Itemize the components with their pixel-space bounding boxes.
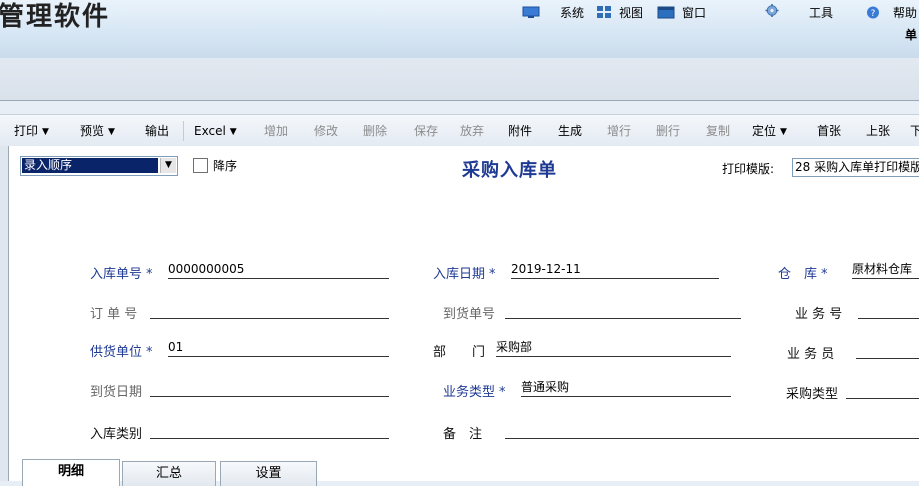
delete-button[interactable]: 删除 [363,121,387,141]
business-type-field[interactable]: 普通采购 [521,380,731,397]
warehouse-label: 仓 库 * [778,267,828,282]
chevron-down-icon[interactable]: ▼ [780,122,787,142]
export-button[interactable]: 输出 [145,121,169,141]
business-type-label: 业务类型 * [443,385,506,400]
toolbar: 打印 ▼ 预览 ▼ 输出 Excel ▼ 增加 修改 删除 保存 放弃 附件 生成 增… [0,114,919,148]
chevron-down-icon[interactable]: ▼ [42,122,49,142]
unit-label: 单 [904,28,917,42]
window-icon [657,6,675,19]
menu-system-label: 系统 [560,6,585,20]
print-template-label: 打印模版: [722,162,775,176]
receipt-no-label: 入库单号 * [90,267,153,282]
menu-view-label: 视图 [619,6,644,20]
excel-button[interactable]: Excel ▼ [194,121,237,141]
grid-icon [597,6,611,18]
help-icon: ? [867,6,879,19]
department-label: 部 门 [433,345,486,360]
tab-detail[interactable]: 明细 [22,459,120,486]
order-no-label: 订 单 号 [90,307,138,322]
gear-icon [765,4,779,17]
sort-order-select[interactable]: 录入顺序 ▼ [20,156,178,176]
purchase-type-label: 采购类型 [786,387,839,402]
chevron-down-icon[interactable]: ▼ [160,158,176,173]
purchase-type-field[interactable] [846,382,919,399]
delete-row-button[interactable]: 删行 [656,121,680,141]
attachment-button[interactable]: 附件 [508,121,532,141]
discard-button[interactable]: 放弃 [460,121,484,141]
business-no-field[interactable] [858,302,919,319]
arrival-no-label: 到货单号 [443,307,496,322]
save-button[interactable]: 保存 [414,121,438,141]
arrival-date-label: 到货日期 [90,385,143,400]
print-button[interactable]: 打印 ▼ [14,121,49,141]
secondary-header-band [0,58,919,101]
menu-window-label: 窗口 [682,6,707,20]
warehouse-field[interactable]: 原材料仓库 [852,262,919,279]
receipt-category-label: 入库类别 [90,427,143,442]
supplier-label: 供货单位 * [90,345,153,360]
receipt-no-field[interactable]: 0000000005 [168,262,389,279]
menu-help-label: 帮助 [893,6,918,20]
prev-record-button[interactable]: 上张 [866,121,890,141]
form-title: 采购入库单 [462,160,557,181]
edit-button[interactable]: 修改 [314,121,338,141]
preview-button[interactable]: 预览 ▼ [80,121,115,141]
receipt-category-field[interactable] [150,422,389,439]
print-template-select[interactable]: 28 采购入库单打印模版 [792,158,919,177]
menu-tools-label: 工具 [809,6,834,20]
svg-text:?: ? [871,9,876,19]
remarks-label: 备 注 [443,427,483,442]
add-button[interactable]: 增加 [264,121,288,141]
tab-summary[interactable]: 汇总 [122,461,216,486]
app-title: 管理软件 [0,2,111,32]
arrival-date-field[interactable] [150,380,389,397]
first-record-button[interactable]: 首张 [817,121,841,141]
salesperson-field[interactable] [856,342,919,359]
arrival-no-field[interactable] [505,302,741,319]
copy-button[interactable]: 复制 [706,121,730,141]
chevron-down-icon[interactable]: ▼ [230,122,237,142]
department-field[interactable]: 采购部 [496,340,731,357]
supplier-field[interactable]: 01 [168,340,389,357]
chevron-down-icon[interactable]: ▼ [108,122,115,142]
descending-checkbox[interactable] [193,158,208,173]
receipt-date-label: 入库日期 * [433,267,496,282]
salesperson-label: 业 务 员 [787,347,835,362]
tab-settings[interactable]: 设置 [220,461,317,486]
next-record-button[interactable]: 下 [910,121,919,141]
toolbar-divider [183,121,184,141]
add-row-button[interactable]: 增行 [607,121,631,141]
locate-button[interactable]: 定位 ▼ [752,121,787,141]
receipt-date-field[interactable]: 2019-12-11 [511,262,719,279]
remarks-field[interactable] [505,422,919,439]
business-no-label: 业 务 号 [795,307,843,322]
app-header: 管理软件 系统 视图 窗口 工具 ? 帮助 单 [0,0,919,58]
sort-order-value: 录入顺序 [22,158,158,173]
left-edge-strip [0,146,8,481]
descending-label: 降序 [213,159,238,173]
order-no-field[interactable] [150,302,389,319]
monitor-icon [522,6,540,18]
generate-button[interactable]: 生成 [558,121,582,141]
